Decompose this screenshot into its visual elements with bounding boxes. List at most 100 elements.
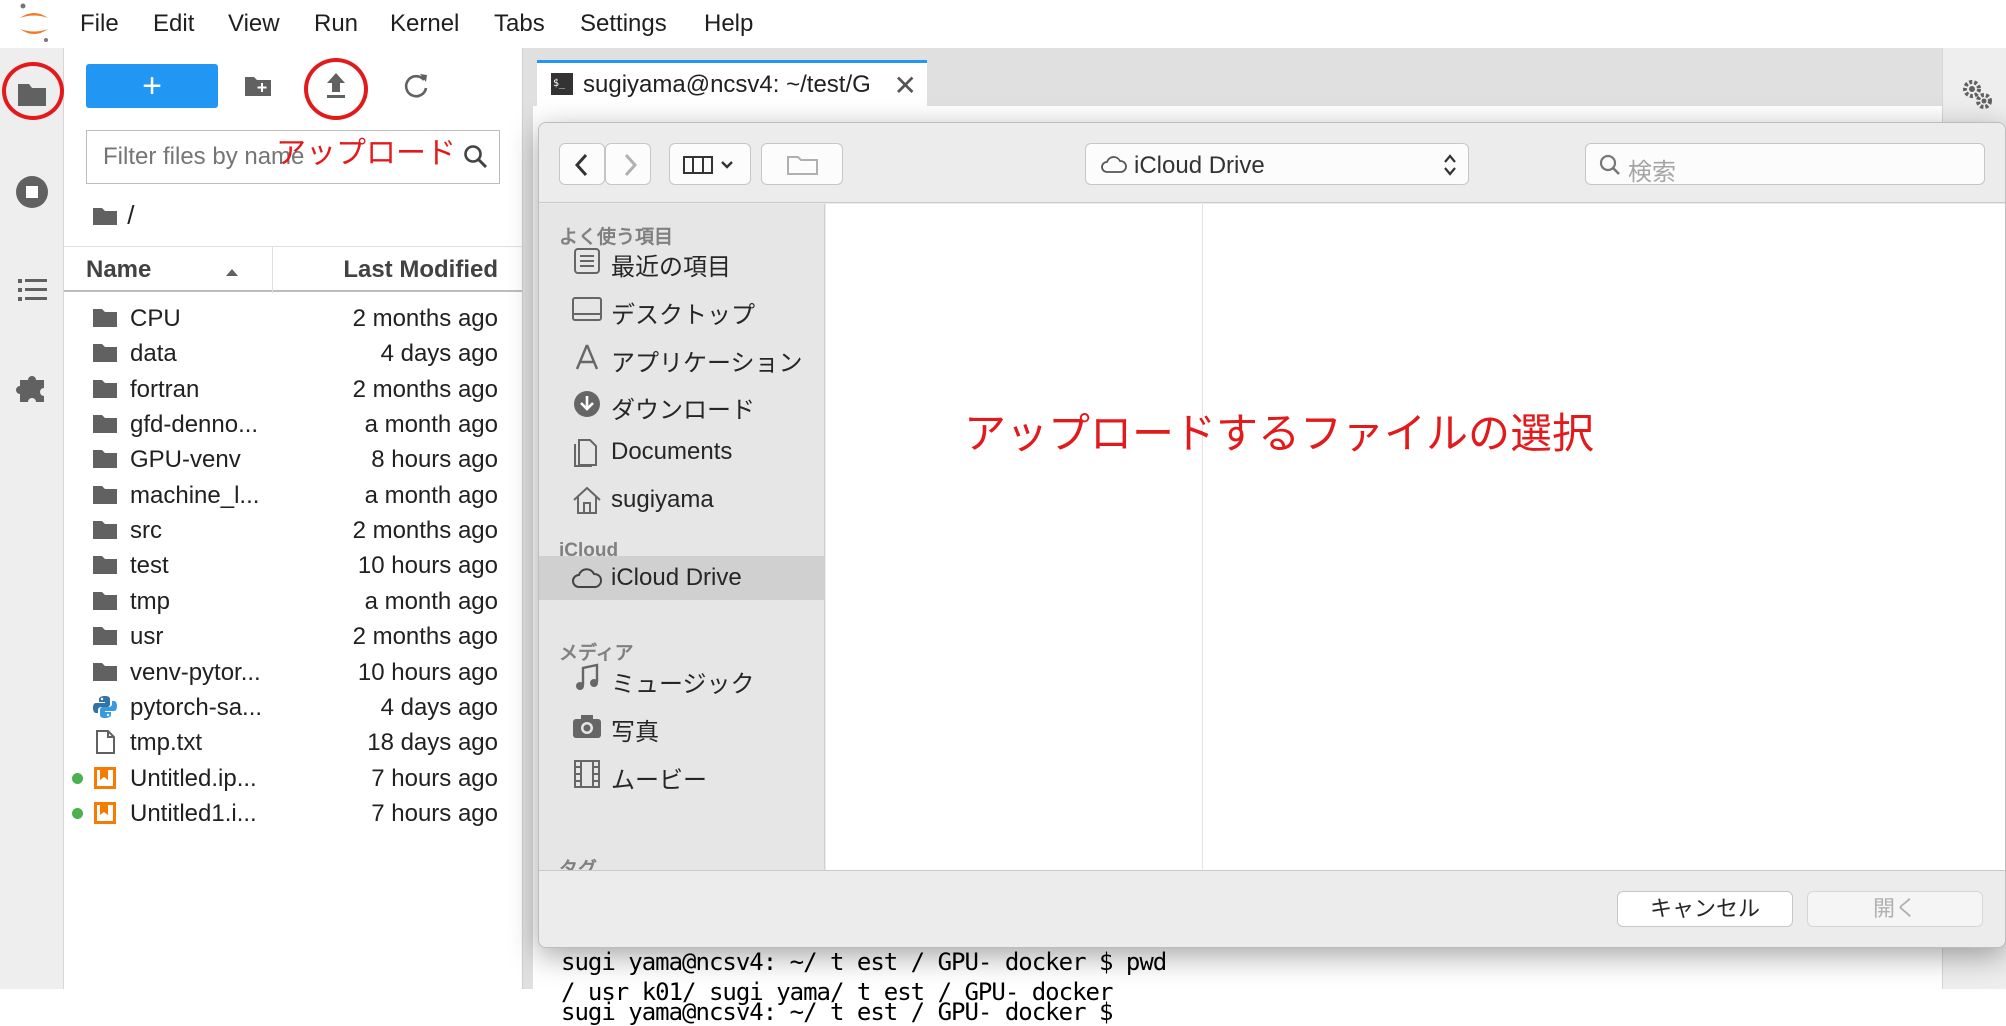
sidebar-item[interactable]: デスクトップ	[539, 287, 825, 331]
documents-icon	[571, 437, 603, 467]
dialog-footer: キャンセル 開く	[539, 870, 2005, 947]
file-last-modified: 7 hours ago	[371, 764, 498, 792]
breadcrumb[interactable]: /	[92, 200, 134, 234]
desktop-icon	[571, 294, 603, 324]
location-popup[interactable]: iCloud Drive	[1085, 143, 1469, 185]
file-last-modified: 7 hours ago	[371, 799, 498, 827]
view-mode-button[interactable]	[669, 143, 751, 185]
sidebar-item[interactable]: アプリケーション	[539, 335, 825, 379]
table-of-contents-icon[interactable]	[12, 270, 52, 310]
file-name: Untitled.ip...	[130, 764, 257, 792]
file-open-dialog: iCloud Drive 検索 よく使う項目 最近の項目 デスクトップ アプリケーショ…	[538, 122, 2006, 948]
search-icon	[1598, 153, 1622, 177]
file-name: usr	[130, 623, 164, 651]
new-folder-button[interactable]	[761, 143, 843, 185]
file-list-header: Name Last Modified	[64, 246, 522, 293]
refresh-icon[interactable]	[398, 68, 434, 104]
sidebar-item-label: アプリケーション	[611, 350, 803, 377]
new-folder-icon[interactable]	[240, 68, 276, 104]
new-folder-icon	[787, 156, 818, 175]
column-name[interactable]: Name	[86, 256, 151, 284]
notebook-icon	[92, 800, 118, 826]
menu-tabs[interactable]: Tabs	[494, 10, 545, 38]
dialog-file-browser[interactable]	[826, 204, 2005, 870]
file-name: gfd-denno...	[130, 411, 259, 439]
column-last-modified[interactable]: Last Modified	[343, 256, 498, 284]
folder-icon	[92, 376, 118, 402]
file-name: pytorch-sa...	[130, 693, 263, 721]
menu-kernel[interactable]: Kernel	[390, 10, 459, 38]
chevron-left-icon	[574, 153, 588, 177]
sidebar-item[interactable]: ムービー	[539, 752, 825, 796]
column-divider	[272, 247, 273, 293]
cloud-icon	[571, 563, 603, 593]
file-last-modified: a month ago	[364, 481, 498, 509]
file-last-modified: 2 months ago	[352, 623, 498, 651]
sidebar-item[interactable]: iCloud Drive	[539, 556, 825, 600]
python-file-icon	[92, 694, 118, 720]
open-button[interactable]: 開く	[1807, 891, 1983, 927]
file-name: Untitled1.i...	[130, 799, 257, 827]
menu-bar: File Edit View Run Kernel Tabs Settings …	[0, 0, 2006, 48]
sidebar-item[interactable]: 写真	[539, 704, 825, 748]
sidebar-item[interactable]: ミュージック	[539, 656, 825, 700]
camera-icon	[571, 711, 603, 741]
sidebar-item[interactable]: 最近の項目	[539, 239, 825, 283]
text-file-icon	[92, 729, 118, 755]
folder-icon	[92, 659, 118, 685]
file-name: venv-pytor...	[130, 658, 261, 686]
folder-icon	[92, 517, 118, 543]
sidebar-item-label: ムービー	[611, 767, 707, 794]
cancel-button[interactable]: キャンセル	[1617, 891, 1793, 927]
jupyter-logo-icon	[16, 2, 52, 44]
folder-icon	[92, 588, 118, 614]
menu-view[interactable]: View	[228, 10, 280, 38]
menu-settings[interactable]: Settings	[580, 10, 667, 38]
file-name: data	[130, 340, 177, 368]
property-inspector-gears-icon[interactable]	[1959, 76, 1995, 112]
file-last-modified: 2 months ago	[352, 375, 498, 403]
file-row[interactable]: Untitled1.i... 7 hours ago	[64, 791, 522, 836]
file-last-modified: 4 days ago	[380, 693, 498, 721]
folder-icon	[92, 552, 118, 578]
breadcrumb-root[interactable]: /	[127, 200, 134, 230]
dialog-toolbar: iCloud Drive 検索	[539, 123, 2005, 203]
sidebar-item-label: 写真	[611, 719, 659, 746]
running-indicator-dot	[72, 807, 83, 819]
terminal-line: sugi yama@ncsv4: ~/ t est / GPU- docker …	[561, 948, 1167, 976]
dialog-sidebar: よく使う項目 最近の項目 デスクトップ アプリケーション ダウンロード Documents…	[539, 204, 825, 880]
recents-icon	[571, 246, 603, 276]
folder-icon	[92, 340, 118, 366]
film-icon	[571, 759, 603, 789]
sidebar-item[interactable]: ダウンロード	[539, 382, 825, 426]
file-name: test	[130, 552, 169, 580]
back-button[interactable]	[559, 143, 605, 185]
extension-puzzle-icon[interactable]	[12, 366, 52, 406]
chevron-right-icon	[624, 153, 638, 177]
menu-edit[interactable]: Edit	[153, 10, 194, 38]
file-browser-panel: + / Name Last Modified CPU 2 months ago da…	[64, 48, 522, 989]
sidebar-item[interactable]: sugiyama	[539, 478, 825, 522]
sort-ascending-icon	[224, 264, 240, 282]
file-name: GPU-venv	[130, 446, 241, 474]
terminal-icon: $_	[551, 73, 573, 95]
dialog-search-field[interactable]: 検索	[1585, 143, 1985, 186]
folder-icon	[92, 482, 118, 508]
file-last-modified: 2 months ago	[352, 305, 498, 332]
annotation-upload-text: アップロード	[276, 137, 456, 170]
sidebar-item-label: 最近の項目	[611, 254, 731, 281]
file-name: src	[130, 517, 162, 545]
menu-help[interactable]: Help	[704, 10, 753, 38]
new-launcher-button[interactable]: +	[86, 64, 218, 108]
menu-file[interactable]: File	[80, 10, 119, 38]
tab-terminal[interactable]: $_ sugiyama@ncsv4: ~/test/G ✕	[537, 60, 927, 106]
running-sessions-icon[interactable]	[12, 172, 52, 212]
file-name: CPU	[130, 305, 181, 332]
close-icon[interactable]: ✕	[894, 69, 917, 102]
menu-run[interactable]: Run	[314, 10, 358, 38]
sidebar-item[interactable]: Documents	[539, 430, 825, 474]
annotation-circle-upload	[304, 58, 368, 120]
sidebar-item-label: デスクトップ	[611, 302, 755, 329]
forward-button[interactable]	[605, 143, 651, 185]
file-last-modified: a month ago	[364, 411, 498, 439]
